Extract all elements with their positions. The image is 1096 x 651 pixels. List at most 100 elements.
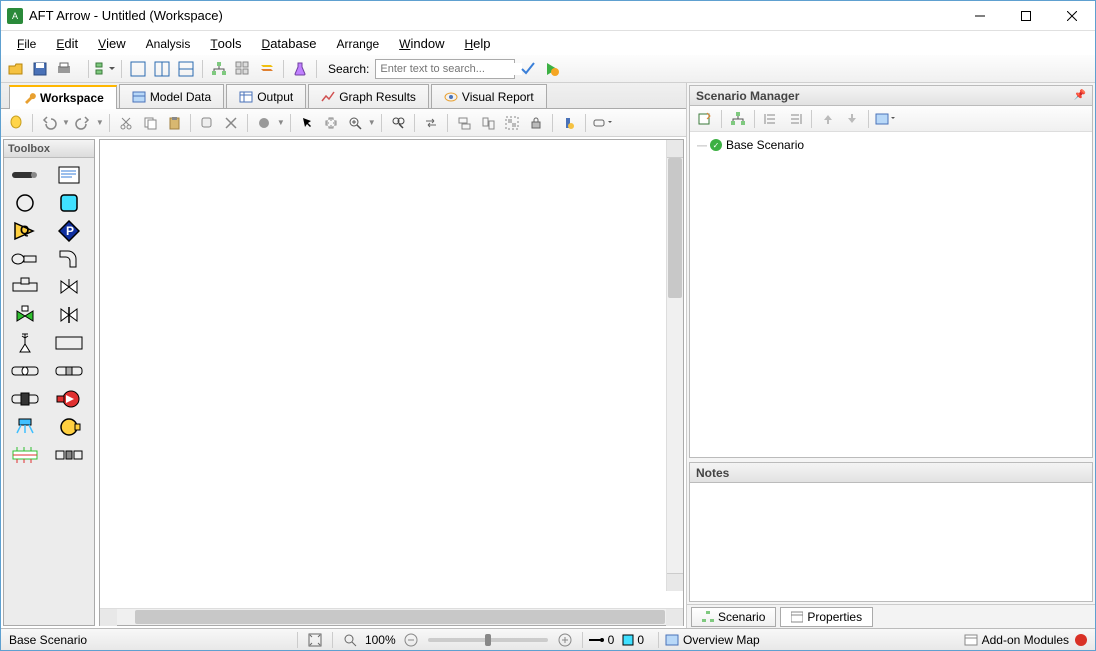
menu-window[interactable]: Window xyxy=(391,34,452,53)
search-input[interactable] xyxy=(380,63,522,75)
scenario-new-button[interactable] xyxy=(694,108,716,130)
junction-count-icon xyxy=(622,634,634,646)
assigned-flow-tool[interactable]: Q xyxy=(8,220,42,242)
grid-button[interactable] xyxy=(232,58,254,80)
zoom-slider[interactable] xyxy=(428,638,548,642)
duplicate-button[interactable] xyxy=(196,112,218,134)
scenario-dropdown[interactable] xyxy=(94,58,116,80)
pipe-tool[interactable] xyxy=(8,164,42,186)
tab-workspace[interactable]: Workspace xyxy=(9,85,117,109)
cut-button[interactable] xyxy=(115,112,137,134)
tab-model-data[interactable]: Model Data xyxy=(119,84,224,108)
base-scenario-node[interactable]: ····· ✓ Base Scenario xyxy=(696,138,1086,152)
heat-exchanger-tool[interactable] xyxy=(8,388,42,410)
hint-button[interactable] xyxy=(5,112,27,134)
print-button[interactable] xyxy=(53,58,75,80)
menu-file[interactable]: File xyxy=(9,34,44,53)
layers-button[interactable] xyxy=(256,58,278,80)
search-box[interactable] xyxy=(375,59,515,79)
scenario-tree-button[interactable] xyxy=(727,108,749,130)
check-valve-tool[interactable] xyxy=(52,304,86,326)
zoom-button[interactable] xyxy=(344,112,366,134)
workspace-canvas[interactable] xyxy=(100,140,683,608)
pin-icon[interactable]: 📌 xyxy=(1074,90,1086,101)
check-button[interactable] xyxy=(517,58,539,80)
menu-edit[interactable]: Edit xyxy=(48,34,86,53)
branch-tool[interactable] xyxy=(8,248,42,270)
assigned-pressure-tool[interactable]: P xyxy=(52,220,86,242)
scenario-collapse-button[interactable] xyxy=(784,108,806,130)
pointer-button[interactable] xyxy=(296,112,318,134)
tab-scenario[interactable]: Scenario xyxy=(691,607,776,627)
undo-button[interactable] xyxy=(38,112,60,134)
svg-text:P: P xyxy=(66,224,74,238)
addon-modules-label[interactable]: Add-on Modules xyxy=(982,633,1069,647)
notes-body[interactable] xyxy=(690,483,1092,601)
orifice-tool[interactable] xyxy=(8,360,42,382)
save-button[interactable] xyxy=(29,58,51,80)
tab-visual-report[interactable]: Visual Report xyxy=(431,84,547,108)
group-button[interactable] xyxy=(501,112,523,134)
scenario-tree[interactable]: ····· ✓ Base Scenario xyxy=(690,132,1092,457)
open-button[interactable] xyxy=(5,58,27,80)
diagram-button[interactable] xyxy=(208,58,230,80)
fit-button[interactable] xyxy=(304,629,326,651)
valve-tool[interactable] xyxy=(52,276,86,298)
tee-tool[interactable] xyxy=(8,276,42,298)
run-button[interactable] xyxy=(541,58,563,80)
align1-button[interactable] xyxy=(453,112,475,134)
copy-button[interactable] xyxy=(139,112,161,134)
flask-button[interactable] xyxy=(289,58,311,80)
menu-help[interactable]: Help xyxy=(456,34,498,53)
relief-valve-tool[interactable] xyxy=(8,332,42,354)
tab-output[interactable]: Output xyxy=(226,84,306,108)
pan-button[interactable] xyxy=(320,112,342,134)
color-button[interactable] xyxy=(253,112,275,134)
tank-tool[interactable] xyxy=(8,192,42,214)
maximize-button[interactable] xyxy=(1003,1,1049,31)
layout1-button[interactable] xyxy=(127,58,149,80)
zoom-icon[interactable] xyxy=(339,629,361,651)
menu-arrange[interactable]: Arrange xyxy=(328,34,387,53)
redo-button[interactable] xyxy=(72,112,94,134)
junction-dropdown[interactable] xyxy=(591,112,613,134)
scenario-options-button[interactable] xyxy=(874,108,896,130)
vertical-scrollbar[interactable] xyxy=(666,140,683,591)
screen-tool[interactable] xyxy=(52,360,86,382)
pump-tool[interactable] xyxy=(52,416,86,438)
layout3-button[interactable] xyxy=(175,58,197,80)
scenario-expand-button[interactable] xyxy=(760,108,782,130)
align2-button[interactable] xyxy=(477,112,499,134)
menu-view[interactable]: View xyxy=(90,34,134,53)
elbow-tool[interactable] xyxy=(52,248,86,270)
swap-button[interactable] xyxy=(420,112,442,134)
scenario-up-button[interactable] xyxy=(817,108,839,130)
paste-button[interactable] xyxy=(163,112,185,134)
lock-button[interactable] xyxy=(525,112,547,134)
zoom-in-button[interactable] xyxy=(554,629,576,651)
special1-button[interactable] xyxy=(558,112,580,134)
spray-tool[interactable] xyxy=(8,416,42,438)
zoom-out-button[interactable] xyxy=(400,629,422,651)
overview-map-label[interactable]: Overview Map xyxy=(683,633,760,647)
tab-graph-results[interactable]: Graph Results xyxy=(308,84,429,108)
general-tool[interactable] xyxy=(52,444,86,466)
tab-properties[interactable]: Properties xyxy=(780,607,873,627)
menu-analysis[interactable]: Analysis xyxy=(138,34,199,53)
minimize-button[interactable] xyxy=(957,1,1003,31)
reservoir-tool[interactable] xyxy=(52,192,86,214)
compressor-tool[interactable] xyxy=(52,388,86,410)
menu-tools[interactable]: Tools xyxy=(202,34,249,53)
layout2-button[interactable] xyxy=(151,58,173,80)
close-button[interactable] xyxy=(1049,1,1095,31)
scenario-down-button[interactable] xyxy=(841,108,863,130)
map-icon xyxy=(665,634,679,646)
control-valve-tool[interactable] xyxy=(8,304,42,326)
delete-button[interactable] xyxy=(220,112,242,134)
horizontal-scrollbar[interactable] xyxy=(100,608,683,625)
menu-database[interactable]: Database xyxy=(254,34,325,53)
separator-tool[interactable] xyxy=(8,444,42,466)
area-change-tool[interactable] xyxy=(52,332,86,354)
annotation-tool[interactable] xyxy=(52,164,86,186)
find-button[interactable] xyxy=(387,112,409,134)
